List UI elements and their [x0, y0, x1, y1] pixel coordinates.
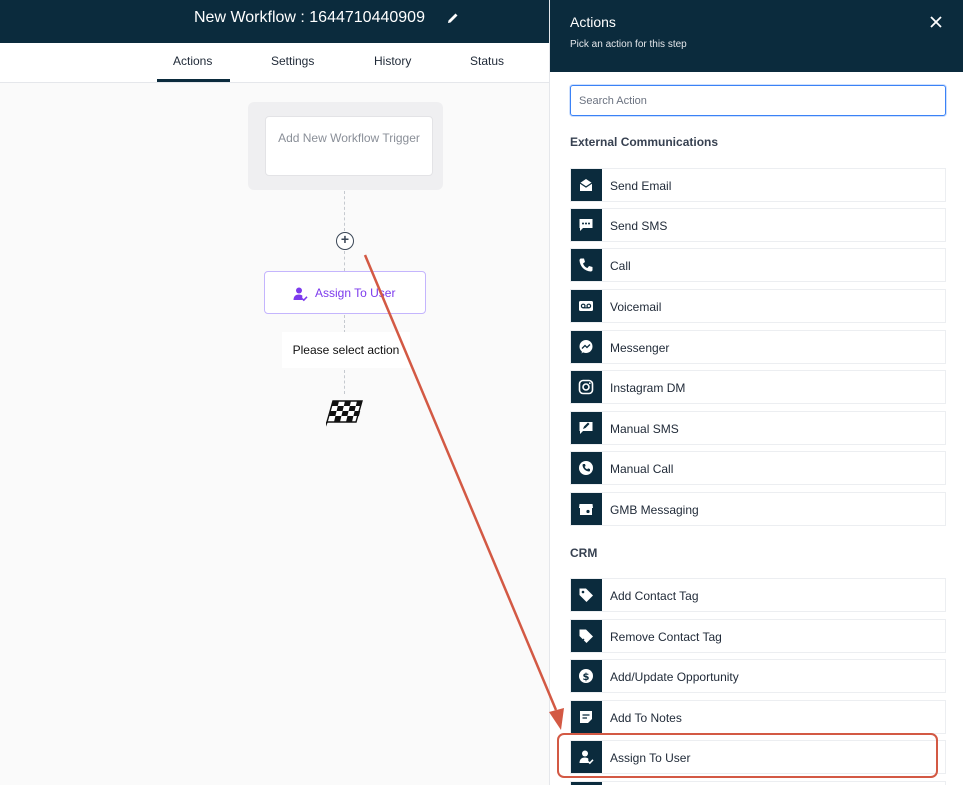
manual-sms-icon — [571, 412, 602, 444]
plus-circle-icon[interactable]: + — [336, 232, 354, 250]
action-label: Messenger — [610, 341, 670, 355]
action-manual-call[interactable]: Manual Call — [570, 451, 946, 485]
search-action-input[interactable] — [570, 85, 946, 116]
action-send-sms[interactable]: Send SMS — [570, 208, 946, 242]
panel-header: Actions Pick an action for this step — [550, 0, 963, 72]
action-send-email[interactable]: Send Email — [570, 168, 946, 202]
voicemail-icon — [571, 290, 602, 322]
user-check-icon — [293, 287, 308, 302]
action-assign-to-user[interactable]: Assign To User — [570, 740, 946, 774]
action-label: Manual SMS — [610, 422, 679, 436]
action-label: Manual Call — [610, 462, 674, 476]
action-gmb-messaging[interactable]: GMB Messaging — [570, 492, 946, 526]
email-icon — [571, 169, 602, 201]
action-label: Call — [610, 259, 631, 273]
workflow-builder: New Workflow : 1644710440909 Actions Set… — [0, 0, 963, 785]
tab-actions[interactable]: Actions — [173, 54, 212, 68]
action-remove-contact-tag[interactable]: Remove Contact Tag — [570, 619, 946, 653]
action-add-contact-tag[interactable]: Add Contact Tag — [570, 578, 946, 612]
phone-icon — [571, 249, 602, 281]
action-label: Instagram DM — [610, 381, 686, 395]
gmb-icon — [571, 493, 602, 525]
pencil-icon[interactable] — [446, 11, 460, 25]
action-instagram-dm[interactable]: Instagram DM — [570, 370, 946, 404]
sms-icon — [571, 209, 602, 241]
panel-title: Actions — [570, 14, 616, 30]
panel-subtitle: Pick an action for this step — [570, 39, 687, 50]
workflow-canvas: Add New Workflow Trigger + Assign To Use… — [0, 83, 549, 785]
instagram-icon — [571, 371, 602, 403]
tab-history[interactable]: History — [374, 54, 411, 68]
action-add-to-notes[interactable]: Add To Notes — [570, 700, 946, 734]
connector-line — [344, 251, 345, 271]
messenger-icon — [571, 331, 602, 363]
assign-to-user-node[interactable]: Assign To User — [264, 271, 426, 314]
connector-line — [344, 191, 345, 231]
action-next-partial[interactable] — [570, 781, 946, 785]
action-label: GMB Messaging — [610, 503, 699, 517]
action-call[interactable]: Call — [570, 248, 946, 282]
node-label: Assign To User — [315, 286, 396, 300]
action-label: Voicemail — [610, 300, 662, 314]
tag-icon — [571, 579, 602, 611]
finish-flag-icon — [326, 400, 363, 427]
user-check-icon — [571, 741, 602, 773]
actions-panel: Actions Pick an action for this step Ext… — [549, 0, 963, 785]
workflow-header: New Workflow : 1644710440909 — [0, 0, 549, 43]
action-label: Remove Contact Tag — [610, 630, 722, 644]
svg-text:$: $ — [583, 672, 590, 683]
section-title-external: External Communications — [570, 135, 719, 149]
tab-status[interactable]: Status — [470, 54, 504, 68]
action-label: Add/Update Opportunity — [610, 670, 739, 684]
close-icon[interactable] — [929, 15, 943, 29]
select-action-prompt[interactable]: Please select action — [282, 332, 410, 368]
action-label: Add Contact Tag — [610, 589, 699, 603]
connector-line — [344, 370, 345, 394]
action-label: Send Email — [610, 179, 672, 193]
trigger-container: Add New Workflow Trigger — [248, 102, 443, 190]
action-add-update-opportunity[interactable]: $ Add/Update Opportunity — [570, 659, 946, 693]
action-messenger[interactable]: Messenger — [570, 330, 946, 364]
action-label: Send SMS — [610, 219, 668, 233]
section-title-crm: CRM — [570, 546, 598, 560]
connector-line — [344, 315, 345, 333]
workflow-tabs: Actions Settings History Status — [0, 43, 549, 83]
workflow-title: New Workflow : 1644710440909 — [194, 9, 425, 26]
dollar-icon: $ — [571, 660, 602, 692]
action-manual-sms[interactable]: Manual SMS — [570, 411, 946, 445]
action-label: Assign To User — [610, 751, 691, 765]
tag-remove-icon — [571, 620, 602, 652]
action-voicemail[interactable]: Voicemail — [570, 289, 946, 323]
active-tab-indicator — [157, 79, 230, 82]
note-icon — [571, 701, 602, 733]
tab-settings[interactable]: Settings — [271, 54, 314, 68]
action-label: Add To Notes — [610, 711, 682, 725]
manual-call-icon — [571, 452, 602, 484]
add-trigger-button[interactable]: Add New Workflow Trigger — [265, 116, 433, 176]
